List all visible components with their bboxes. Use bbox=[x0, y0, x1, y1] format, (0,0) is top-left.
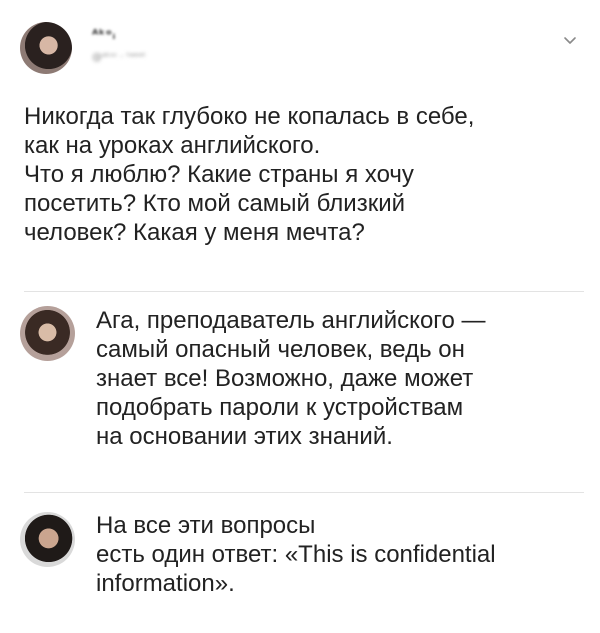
avatar[interactable] bbox=[20, 22, 72, 74]
reply-text: Ага, преподаватель английского — самый о… bbox=[96, 307, 486, 450]
reply-text: На все эти вопросы есть один ответ: «Thi… bbox=[96, 512, 496, 597]
reply-avatar[interactable] bbox=[20, 306, 75, 361]
author-name-blurred: ᴬᵏᵒᵢ bbox=[92, 28, 116, 43]
tweet-text: Никогда так глубоко не копалась в себе, … bbox=[24, 103, 475, 246]
divider bbox=[24, 291, 584, 292]
author-handle-blurred: @ᵃᵏᵒᶦ · ᵗʷᵉᵉᵗ bbox=[92, 52, 146, 63]
chevron-down-icon[interactable] bbox=[563, 34, 577, 48]
divider bbox=[24, 492, 584, 493]
reply-avatar[interactable] bbox=[20, 512, 75, 567]
main-tweet: ᴬᵏᵒᵢ @ᵃᵏᵒᶦ · ᵗʷᵉᵉᵗ Никогда так глубоко н… bbox=[0, 0, 600, 290]
